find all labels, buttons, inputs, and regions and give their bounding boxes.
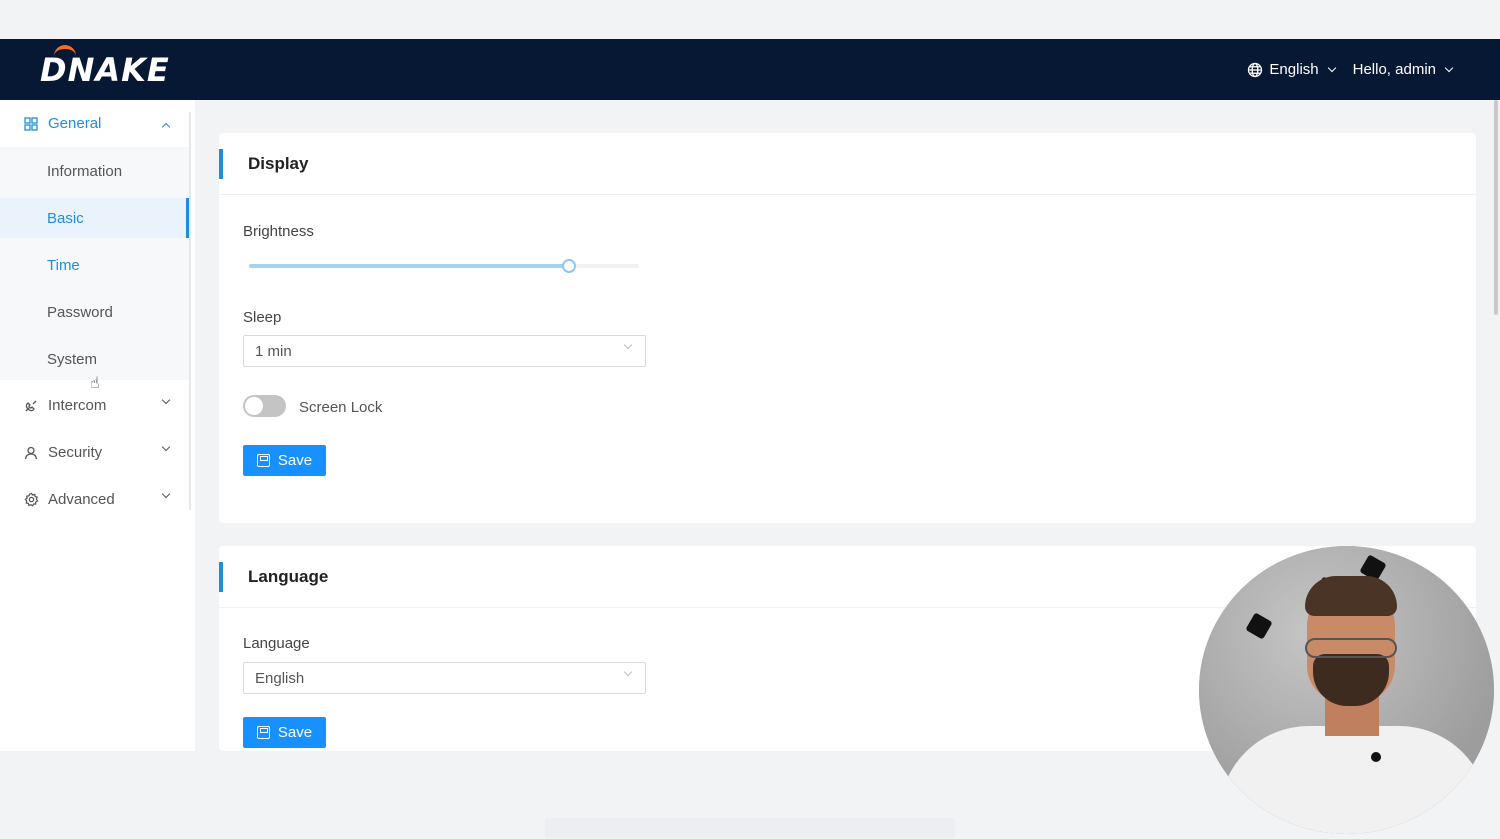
sidebar-group-general[interactable]: General bbox=[0, 100, 189, 147]
sidebar-item-password[interactable]: Password bbox=[0, 292, 189, 332]
sleep-select[interactable]: 1 min bbox=[243, 335, 646, 367]
sidebar-group-security[interactable]: Security bbox=[0, 429, 189, 476]
chevron-down-icon bbox=[161, 442, 171, 452]
save-label: Save bbox=[277, 452, 313, 469]
language-dropdown[interactable]: English bbox=[1247, 61, 1336, 78]
chevron-down-icon bbox=[623, 667, 633, 677]
webcam-overlay bbox=[1199, 546, 1494, 834]
header-right: English Hello, admin bbox=[1247, 61, 1454, 78]
sleep-label: Sleep bbox=[243, 309, 282, 326]
display-card: Display Brightness Sleep 1 min Screen Lo… bbox=[219, 133, 1476, 523]
grid-icon bbox=[23, 116, 39, 132]
chevron-down-icon bbox=[1444, 63, 1454, 72]
sidebar: General Information Basic Time Password … bbox=[0, 100, 195, 751]
display-save-button[interactable]: Save bbox=[243, 445, 326, 476]
slider-track bbox=[249, 264, 569, 268]
chevron-down-icon bbox=[161, 395, 171, 405]
sidebar-item-label: Information bbox=[47, 162, 123, 180]
chevron-down-icon bbox=[623, 340, 633, 350]
sidebar-group-label: Intercom bbox=[48, 397, 107, 414]
sidebar-item-label: Password bbox=[47, 303, 113, 321]
save-label: Save bbox=[277, 724, 313, 741]
sidebar-item-label: System bbox=[47, 350, 98, 368]
logo-arc bbox=[54, 44, 76, 57]
language-save-button[interactable]: Save bbox=[243, 717, 326, 748]
toggle-knob bbox=[245, 397, 263, 415]
brightness-label: Brightness bbox=[243, 223, 314, 240]
save-icon bbox=[256, 726, 270, 739]
faint-bar bbox=[545, 818, 955, 838]
language-label: English bbox=[1269, 61, 1319, 78]
lapel-mic bbox=[1371, 752, 1381, 762]
screen-lock-toggle[interactable] bbox=[243, 395, 286, 417]
chevron-down-icon bbox=[1327, 63, 1336, 72]
globe-icon bbox=[1248, 62, 1263, 77]
user-menu[interactable]: Hello, admin bbox=[1352, 61, 1454, 78]
dnake-logo[interactable]: DNAKE bbox=[40, 44, 170, 86]
sidebar-group-label: General bbox=[48, 115, 102, 132]
sidebar-item-label: Time bbox=[47, 256, 80, 274]
person-glasses bbox=[1305, 638, 1397, 658]
chevron-down-icon bbox=[161, 489, 171, 499]
sidebar-item-information[interactable]: Information bbox=[0, 151, 189, 191]
chevron-up-icon bbox=[161, 122, 171, 132]
gear-icon bbox=[23, 492, 39, 508]
general-submenu: Information Basic Time Password System bbox=[0, 147, 189, 380]
language-label: Language bbox=[243, 635, 310, 652]
top-band bbox=[0, 0, 1500, 39]
sidebar-group-advanced[interactable]: Advanced bbox=[0, 476, 189, 523]
sidebar-divider bbox=[189, 112, 191, 510]
sidebar-item-time[interactable]: Time bbox=[0, 245, 189, 285]
screen-lock-label: Screen Lock bbox=[299, 399, 383, 416]
user-greeting: Hello, admin bbox=[1352, 61, 1436, 78]
user-icon bbox=[23, 445, 39, 461]
sleep-value: 1 min bbox=[255, 342, 292, 360]
sidebar-item-label: Basic bbox=[47, 209, 84, 227]
page-scrollbar[interactable] bbox=[1494, 100, 1498, 315]
sidebar-group-label: Advanced bbox=[48, 491, 115, 508]
slider-handle[interactable] bbox=[561, 259, 576, 273]
sidebar-item-basic[interactable]: Basic bbox=[0, 198, 189, 238]
person-hair bbox=[1305, 576, 1397, 616]
language-value: English bbox=[255, 669, 305, 687]
sidebar-group-label: Security bbox=[48, 444, 103, 461]
brightness-slider[interactable] bbox=[249, 259, 639, 273]
display-title: Display bbox=[219, 133, 1476, 195]
phone-icon bbox=[23, 398, 39, 414]
save-icon bbox=[256, 454, 270, 467]
language-select[interactable]: English bbox=[243, 662, 646, 694]
person-shirt bbox=[1219, 726, 1489, 834]
app-header: DNAKE English Hello, admin bbox=[0, 39, 1500, 100]
hand-cursor-icon: ☝ bbox=[90, 375, 100, 392]
